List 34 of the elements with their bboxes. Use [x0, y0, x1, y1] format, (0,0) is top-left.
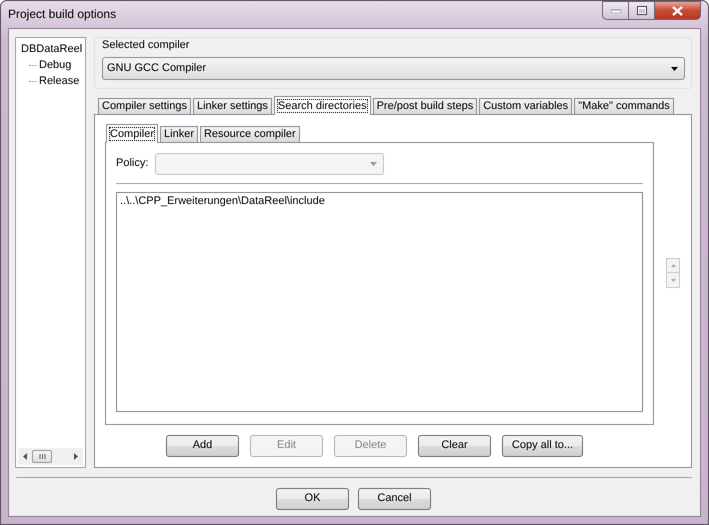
close-button[interactable] — [655, 1, 701, 20]
tree-item[interactable]: Debug — [39, 57, 72, 73]
up-arrow-icon — [670, 264, 676, 267]
dialog-button[interactable]: OK — [276, 488, 349, 510]
action-button[interactable]: Clear — [418, 435, 491, 457]
minimize-icon — [610, 8, 620, 12]
tab[interactable]: "Make" commands — [574, 98, 674, 114]
tab[interactable]: Resource compiler — [200, 126, 300, 142]
action-button[interactable]: Add — [166, 435, 239, 457]
dropdown-arrow-icon — [671, 66, 678, 71]
action-button[interactable]: Copy all to... — [502, 435, 583, 457]
tab[interactable]: Compiler — [106, 124, 158, 143]
group-label: Selected compiler — [102, 39, 190, 52]
scrollbar-thumb[interactable] — [32, 450, 52, 463]
directory-item[interactable]: ..\..\CPP_Erweiterungen\DataReel\include — [120, 195, 639, 208]
dropdown-arrow-icon — [370, 162, 378, 166]
maximize-button[interactable] — [629, 1, 655, 20]
tab[interactable]: Custom variables — [479, 98, 572, 114]
tab[interactable]: Compiler settings — [98, 98, 191, 114]
minimize-button[interactable] — [602, 1, 629, 20]
window-title: Project build options — [8, 7, 116, 22]
maximize-icon — [636, 6, 646, 15]
tab[interactable]: Pre/post build steps — [372, 98, 478, 114]
compiler-dropdown[interactable]: GNU GCC Compiler — [102, 57, 685, 80]
tree-item[interactable]: Release — [39, 73, 80, 89]
close-icon — [672, 6, 683, 16]
down-arrow-icon — [670, 278, 676, 282]
tree-item[interactable]: DBDataReel — [21, 41, 85, 57]
directory-list[interactable]: ..\..\CPP_Erweiterungen\DataReel\include — [116, 192, 643, 412]
tab[interactable]: Linker — [160, 126, 198, 142]
tab[interactable]: Linker settings — [192, 98, 272, 114]
policy-label: Policy: — [116, 157, 148, 171]
tab[interactable]: Search directories — [274, 96, 371, 115]
dialog-button[interactable]: Cancel — [358, 488, 431, 510]
